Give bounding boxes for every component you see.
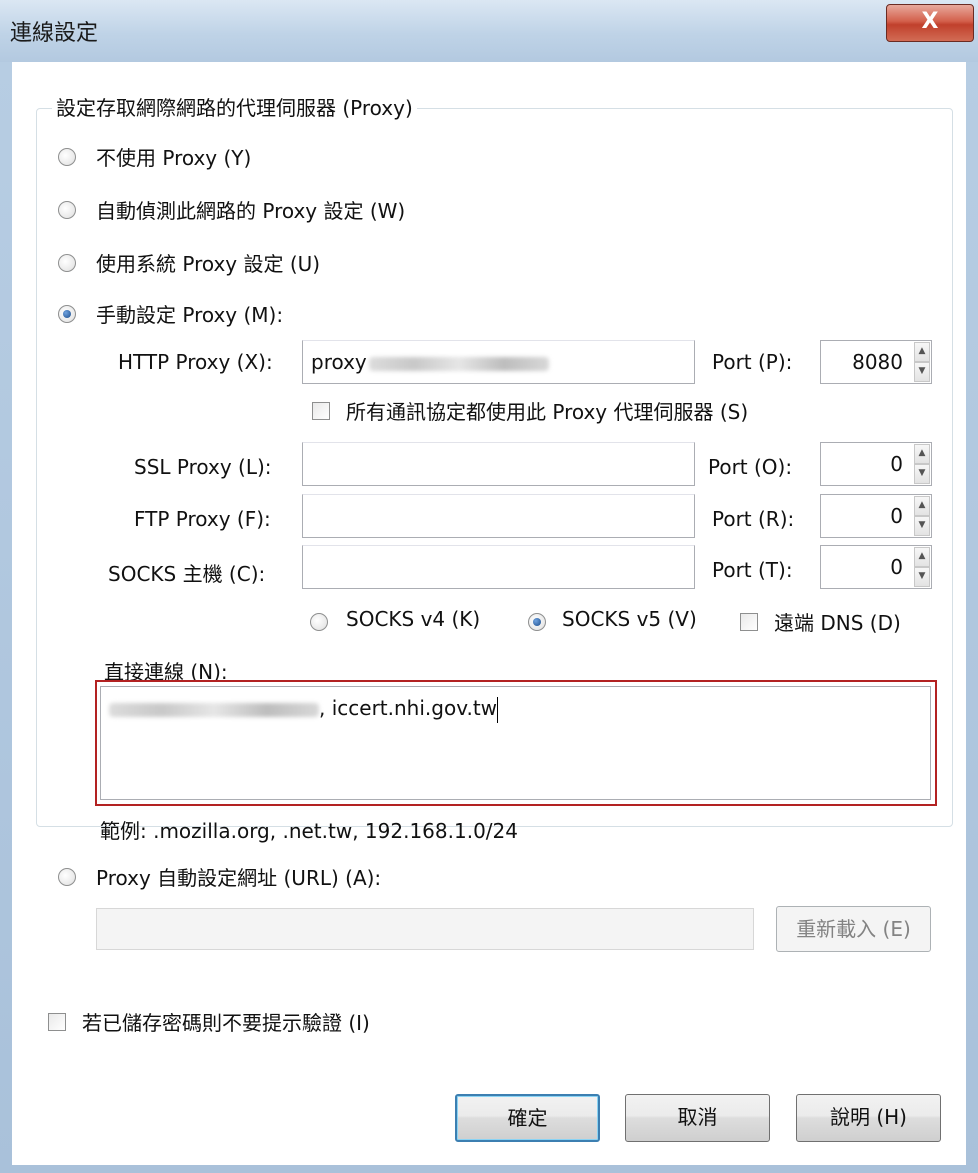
spin-up-icon[interactable]: ▲ <box>914 547 930 567</box>
socks-port-input[interactable]: 0 ▲ ▼ <box>820 545 932 589</box>
pac-url-radio[interactable] <box>58 868 76 886</box>
pac-url-input[interactable] <box>96 908 754 950</box>
system-proxy-label[interactable]: 使用系統 Proxy 設定 (U) <box>96 248 320 277</box>
http-port-spinner[interactable]: ▲ ▼ <box>914 342 930 382</box>
proxy-group-legend: 設定存取網際網路的代理伺服器 (Proxy) <box>52 92 417 121</box>
no-auth-prompt-label[interactable]: 若已儲存密碼則不要提示驗證 (I) <box>82 1007 370 1036</box>
spin-down-icon[interactable]: ▼ <box>914 464 930 484</box>
http-proxy-value: proxy <box>311 350 367 374</box>
remote-dns-label[interactable]: 遠端 DNS (D) <box>774 607 901 636</box>
title-bar: 連線設定 X <box>0 0 978 62</box>
remote-dns-checkbox[interactable] <box>740 613 758 631</box>
socks-port-label: Port (T): <box>712 558 793 582</box>
no-proxy-radio[interactable] <box>58 148 76 166</box>
cancel-button[interactable]: 取消 <box>625 1094 770 1142</box>
ftp-proxy-input[interactable] <box>302 494 695 538</box>
socks-v5-radio[interactable] <box>528 613 546 631</box>
share-proxy-checkbox[interactable] <box>312 402 330 420</box>
share-proxy-label[interactable]: 所有通訊協定都使用此 Proxy 代理伺服器 (S) <box>346 396 748 425</box>
no-proxy-example: 範例: .mozilla.org, .net.tw, 192.168.1.0/2… <box>100 819 518 843</box>
spin-up-icon[interactable]: ▲ <box>914 444 930 464</box>
ftp-port-value: 0 <box>890 504 903 528</box>
socks-host-input[interactable] <box>302 545 695 589</box>
socks-port-value: 0 <box>890 555 903 579</box>
spin-down-icon[interactable]: ▼ <box>914 567 930 587</box>
ssl-proxy-label: SSL Proxy (L): <box>134 455 272 479</box>
redacted-host <box>368 356 549 371</box>
window-title: 連線設定 <box>10 21 99 46</box>
ftp-proxy-label: FTP Proxy (F): <box>134 507 271 531</box>
socks-v4-radio[interactable] <box>310 613 328 631</box>
ok-button[interactable]: 確定 <box>455 1094 600 1142</box>
connection-settings-window: 連線設定 X 設定存取網際網路的代理伺服器 (Proxy) 不使用 Proxy … <box>0 0 978 1173</box>
manual-proxy-radio[interactable] <box>58 305 76 323</box>
socks-v4-label[interactable]: SOCKS v4 (K) <box>346 607 480 631</box>
auto-detect-label[interactable]: 自動偵測此網路的 Proxy 設定 (W) <box>96 195 405 224</box>
ssl-port-value: 0 <box>890 452 903 476</box>
system-proxy-radio[interactable] <box>58 254 76 272</box>
no-proxy-label[interactable]: 不使用 Proxy (Y) <box>96 142 251 171</box>
http-port-input[interactable]: 8080 ▲ ▼ <box>820 340 932 384</box>
help-button[interactable]: 說明 (H) <box>796 1094 941 1142</box>
pac-url-label[interactable]: Proxy 自動設定網址 (URL) (A): <box>96 862 381 891</box>
auto-detect-radio[interactable] <box>58 201 76 219</box>
ssl-port-input[interactable]: 0 ▲ ▼ <box>820 442 932 486</box>
close-button[interactable]: X <box>886 4 974 42</box>
ssl-port-label: Port (O): <box>708 455 793 479</box>
spin-up-icon[interactable]: ▲ <box>914 342 930 362</box>
socks-host-label: SOCKS 主機 (C): <box>108 562 266 586</box>
highlight-box <box>95 680 937 806</box>
http-proxy-label: HTTP Proxy (X): <box>118 350 273 374</box>
http-port-value: 8080 <box>852 350 903 374</box>
ftp-port-spinner[interactable]: ▲ ▼ <box>914 496 930 536</box>
ftp-port-input[interactable]: 0 ▲ ▼ <box>820 494 932 538</box>
manual-proxy-label[interactable]: 手動設定 Proxy (M): <box>96 299 283 328</box>
http-port-label: Port (P): <box>712 350 793 374</box>
ssl-proxy-input[interactable] <box>302 442 695 486</box>
http-proxy-input[interactable]: proxy <box>302 340 695 384</box>
spin-down-icon[interactable]: ▼ <box>914 516 930 536</box>
reload-button[interactable]: 重新載入 (E) <box>776 906 931 952</box>
spin-up-icon[interactable]: ▲ <box>914 496 930 516</box>
no-auth-prompt-checkbox[interactable] <box>48 1013 66 1031</box>
ssl-port-spinner[interactable]: ▲ ▼ <box>914 444 930 484</box>
spin-down-icon[interactable]: ▼ <box>914 362 930 382</box>
socks-port-spinner[interactable]: ▲ ▼ <box>914 547 930 587</box>
socks-v5-label[interactable]: SOCKS v5 (V) <box>562 607 697 631</box>
ftp-port-label: Port (R): <box>712 507 795 531</box>
